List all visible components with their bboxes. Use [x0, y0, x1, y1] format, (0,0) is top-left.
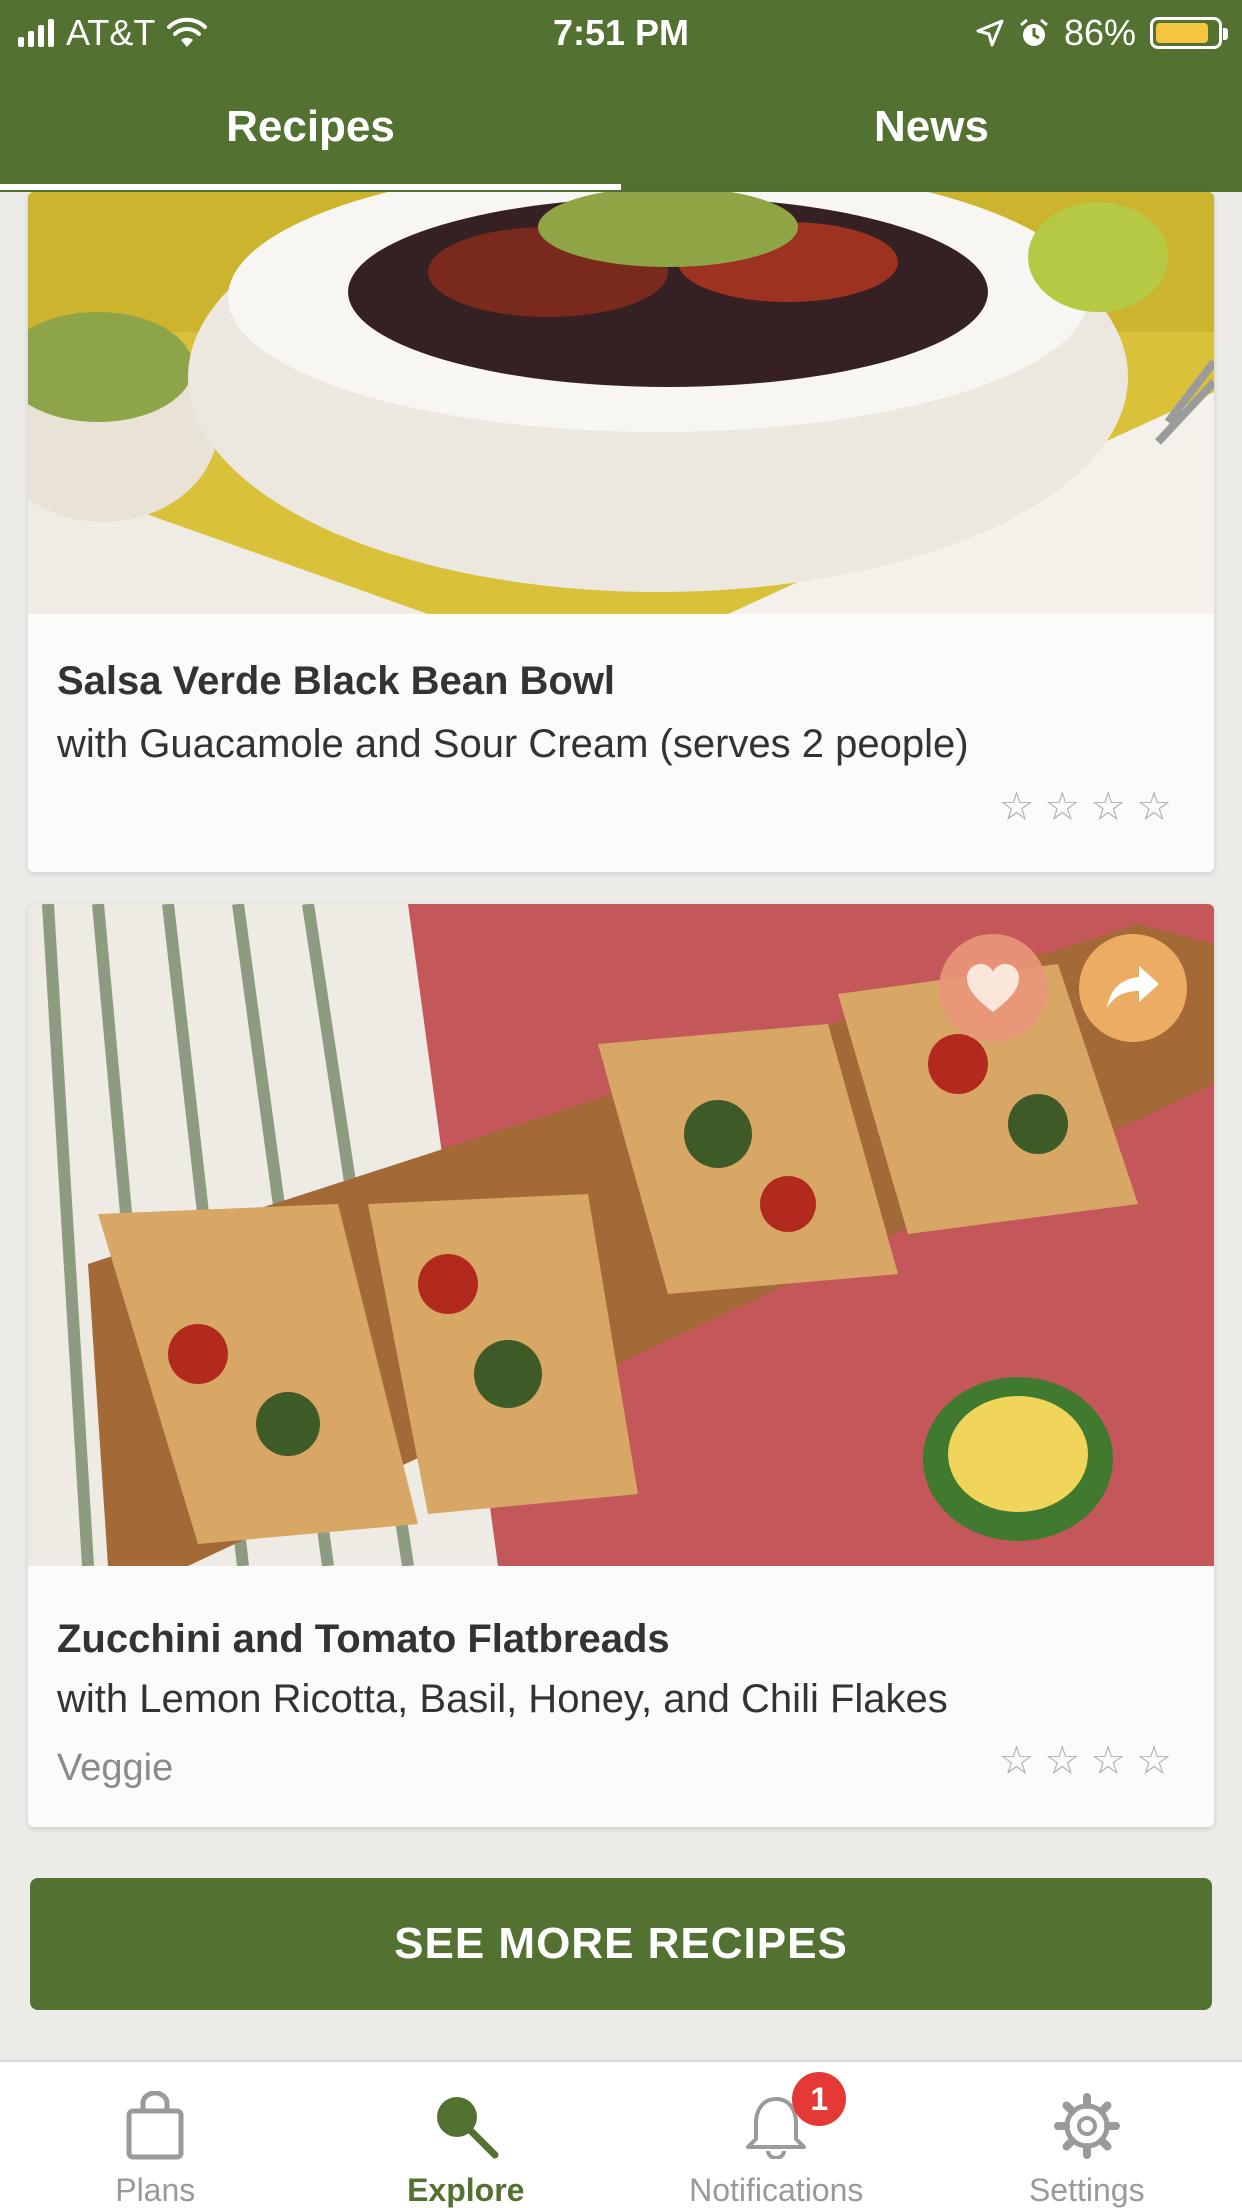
app-header: AT&T 7:51 PM 86% Recipes News — [0, 0, 1242, 192]
status-bar: AT&T 7:51 PM 86% — [0, 0, 1242, 64]
gear-icon — [1053, 2093, 1120, 2159]
bottom-nav: Plans Explore 1 Notifications Settings — [0, 2060, 1242, 2208]
nav-item-settings[interactable]: Settings — [932, 2062, 1242, 2208]
recipe-image — [28, 192, 1214, 614]
star-icon[interactable]: ☆ — [1044, 784, 1080, 830]
battery-fill — [1156, 23, 1208, 43]
share-button[interactable] — [1079, 934, 1187, 1042]
nav-label: Settings — [1028, 2172, 1145, 2208]
share-icon — [1107, 966, 1159, 1008]
location-icon — [976, 19, 1004, 47]
favorite-button[interactable] — [939, 934, 1047, 1042]
star-icon[interactable]: ☆ — [1044, 1738, 1080, 1784]
recipe-subtitle: with Guacamole and Sour Cream (serves 2 … — [57, 722, 969, 766]
bag-icon — [126, 2091, 184, 2160]
recipe-title[interactable]: Zucchini and Tomato Flatbreads — [57, 1617, 670, 1662]
alarm-icon — [1019, 18, 1048, 46]
rating-stars[interactable]: ☆ ☆ ☆ ☆ — [999, 784, 1172, 830]
heart-icon — [967, 964, 1019, 1012]
notification-badge: 1 — [792, 2072, 847, 2126]
recipe-card[interactable]: Zucchini and Tomato Flatbreads with Lemo… — [28, 904, 1214, 1827]
star-icon[interactable]: ☆ — [999, 1738, 1035, 1784]
star-icon[interactable]: ☆ — [1090, 784, 1126, 830]
nav-item-plans[interactable]: Plans — [0, 2062, 311, 2208]
see-more-recipes-button[interactable]: SEE MORE RECIPES — [30, 1878, 1212, 2010]
star-icon[interactable]: ☆ — [1136, 1738, 1172, 1784]
star-icon[interactable]: ☆ — [1090, 1738, 1126, 1784]
recipe-tag: Veggie — [57, 1747, 174, 1789]
top-tabs: Recipes News — [0, 80, 1242, 192]
battery-icon — [1150, 17, 1228, 49]
star-icon[interactable]: ☆ — [1136, 784, 1172, 830]
search-icon — [436, 2097, 499, 2159]
rating-stars[interactable]: ☆ ☆ ☆ ☆ — [999, 1738, 1172, 1784]
battery-percent: 86% — [1063, 12, 1136, 53]
nav-item-explore[interactable]: Explore — [311, 2062, 622, 2208]
recipe-title[interactable]: Salsa Verde Black Bean Bowl — [57, 659, 615, 704]
nav-label: Plans — [115, 2172, 196, 2208]
nav-item-notifications[interactable]: 1 Notifications — [621, 2062, 932, 2208]
recipe-subtitle: with Lemon Ricotta, Basil, Honey, and Ch… — [57, 1677, 948, 1721]
recipe-card[interactable]: Salsa Verde Black Bean Bowl with Guacamo… — [28, 192, 1214, 872]
nav-label: Explore — [407, 2172, 525, 2208]
tab-news[interactable]: News — [621, 80, 1242, 192]
star-icon[interactable]: ☆ — [999, 784, 1035, 830]
nav-label: Notifications — [689, 2172, 864, 2208]
tab-recipes[interactable]: Recipes — [0, 80, 621, 192]
